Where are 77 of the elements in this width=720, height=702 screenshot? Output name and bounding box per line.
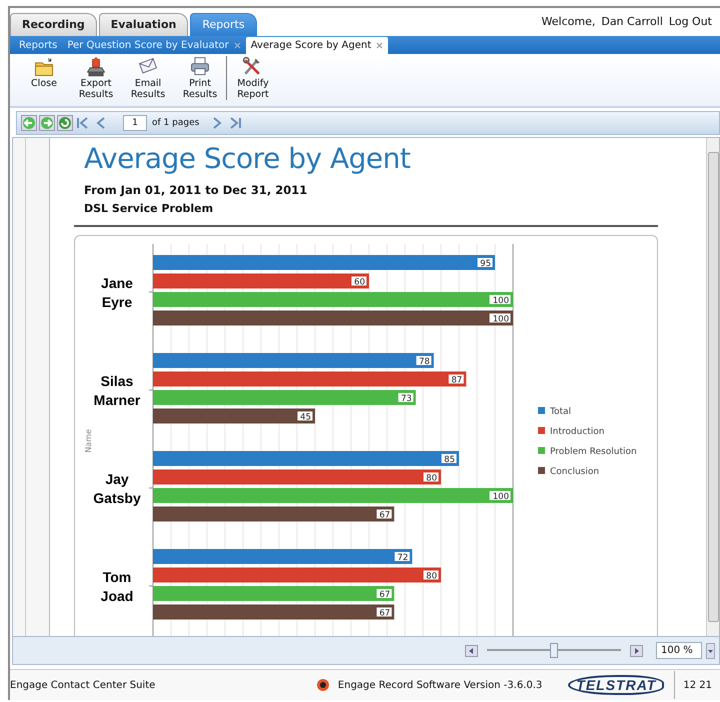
- value-label: 45: [296, 410, 314, 422]
- data-label: 73: [400, 394, 412, 404]
- data-label: 100: [492, 492, 509, 502]
- toolbar-button[interactable]: Email Results: [122, 56, 174, 100]
- zoom-field[interactable]: 100 %: [656, 642, 702, 660]
- legend-label: Introduction: [550, 426, 605, 437]
- axis-label: Name: [84, 428, 93, 452]
- legend-label: Conclusion: [550, 466, 600, 477]
- app-tab[interactable]: Evaluation: [98, 12, 188, 36]
- data-label: 78: [418, 356, 430, 367]
- legend-label: Problem Resolution: [550, 446, 637, 457]
- scroll-left-icon[interactable]: [464, 642, 479, 659]
- report-title: Average Score by Agent: [84, 142, 412, 175]
- data-label: 67: [379, 590, 390, 600]
- value-label: 60: [350, 275, 368, 288]
- toolbar-button[interactable]: Modify Report: [227, 56, 279, 100]
- scroll-right-icon[interactable]: [629, 642, 644, 659]
- report-tab[interactable]: Per Question Score by Evaluator: [62, 36, 246, 54]
- date-range: From Jan 01, 2011 to Dec 31, 2011: [84, 182, 308, 197]
- value-label: 100: [488, 312, 512, 324]
- value-label: 67: [376, 606, 393, 618]
- back-icon[interactable]: [21, 114, 37, 131]
- category-label: Silas Marner: [94, 372, 140, 408]
- report-tab[interactable]: Average Score by Agent: [246, 36, 388, 54]
- data-label: 60: [354, 277, 365, 288]
- page-field[interactable]: 1: [123, 114, 147, 131]
- data-label: 80: [426, 571, 437, 582]
- data-label: 67: [379, 510, 390, 520]
- category-label: Jane Eyre: [101, 274, 133, 310]
- refresh-icon[interactable]: [57, 114, 73, 131]
- logout-link[interactable]: Log Out: [668, 15, 712, 28]
- category-label: Jay Gatsby: [93, 470, 141, 506]
- legend-label: Total: [550, 406, 572, 417]
- value-label: 67: [376, 588, 393, 600]
- report-tab[interactable]: Reports: [14, 36, 62, 54]
- app-tab[interactable]: Recording: [10, 12, 97, 36]
- value-label: 72: [394, 550, 411, 563]
- value-label: 87: [448, 373, 465, 386]
- value-label: 73: [397, 392, 414, 404]
- data-label: 80: [426, 473, 437, 484]
- data-label: 67: [379, 608, 390, 618]
- toolbar-button[interactable]: Export Results: [70, 56, 122, 100]
- value-label: 95: [476, 256, 494, 269]
- value-label: 78: [415, 354, 432, 367]
- data-label: 100: [492, 314, 509, 324]
- forward-icon[interactable]: [39, 114, 55, 131]
- logo: TELSTRAT: [568, 675, 664, 696]
- value-label: 80: [422, 569, 440, 582]
- record-icon: [316, 678, 330, 692]
- value-label: 100: [488, 294, 512, 306]
- suite-name: Engage Contact Center Suite: [10, 680, 156, 691]
- dropdown-icon[interactable]: [706, 642, 715, 659]
- value-label: 80: [422, 471, 440, 484]
- toolbar-button[interactable]: Close: [18, 56, 70, 89]
- close-icon[interactable]: [234, 42, 241, 49]
- data-label: 87: [451, 375, 462, 386]
- category-label: Tom Joad: [100, 568, 134, 604]
- print-icon: [189, 56, 211, 78]
- data-label: 72: [397, 552, 408, 563]
- data-label: 85: [444, 454, 455, 465]
- value-label: 67: [376, 508, 393, 520]
- close-icon[interactable]: [376, 42, 384, 49]
- value-label: 100: [488, 490, 512, 502]
- folder-icon: [33, 56, 55, 78]
- page-count: of 1 pages: [152, 118, 200, 128]
- report-subtitle: DSL Service Problem: [84, 202, 214, 215]
- version-text: Engage Record Software Version -3.6.0.3: [338, 680, 542, 691]
- welcome-text: Welcome,: [542, 15, 596, 28]
- user-name: Dan Carroll: [601, 15, 663, 28]
- export-icon: [85, 56, 107, 78]
- data-label: 100: [492, 296, 509, 306]
- data-label: 45: [300, 412, 311, 422]
- data-label: 95: [480, 258, 491, 269]
- toolbar-button[interactable]: Print Results: [174, 56, 227, 100]
- value-label: 85: [440, 452, 458, 465]
- vertical-scrollbar[interactable]: [706, 138, 719, 636]
- clock: 12 21: [674, 671, 720, 700]
